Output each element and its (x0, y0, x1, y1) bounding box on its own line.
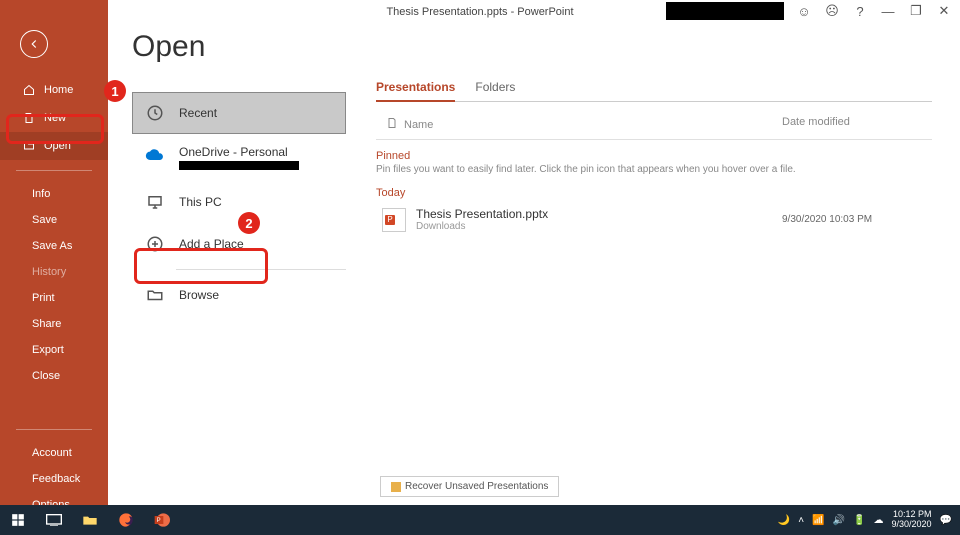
tab-presentations[interactable]: Presentations (376, 80, 455, 102)
locations-panel: Open Recent OneDrive - Personal This PC … (108, 0, 364, 505)
page-title: Open (132, 30, 346, 64)
firefox-button[interactable] (108, 505, 144, 535)
location-addplace[interactable]: Add a Place (132, 223, 346, 265)
folder-icon (145, 285, 165, 305)
tab-folders[interactable]: Folders (475, 80, 515, 101)
file-list-panel: Presentations Folders Name Date modified… (364, 0, 960, 505)
location-onedrive[interactable]: OneDrive - Personal (132, 134, 346, 181)
recover-unsaved-button[interactable]: Recover Unsaved Presentations (380, 476, 559, 497)
close-button[interactable]: ✕ (936, 3, 952, 19)
sidebar-item-export[interactable]: Export (0, 337, 108, 363)
sidebar-item-account[interactable]: Account (0, 440, 108, 466)
tray-chevron-icon[interactable]: ˄ (798, 515, 804, 526)
sidebar-item-info[interactable]: Info (0, 181, 108, 207)
backstage-sidebar: Home New Open Info Save Save As History … (0, 0, 108, 505)
new-icon (22, 111, 36, 125)
section-pinned: Pinned (376, 150, 932, 162)
file-explorer-button[interactable] (72, 505, 108, 535)
task-view-button[interactable] (36, 505, 72, 535)
file-name: Thesis Presentation.pptx (416, 207, 548, 221)
location-thispc[interactable]: This PC (132, 181, 346, 223)
tray-cloud-icon[interactable]: ☁ (874, 515, 884, 526)
location-label: Recent (179, 106, 217, 120)
sidebar-label-new: New (44, 112, 66, 124)
location-label: Add a Place (179, 237, 244, 251)
home-icon (22, 83, 36, 97)
tray-notifications-icon[interactable]: 💬 (940, 515, 952, 526)
sidebar-item-history[interactable]: History (0, 259, 108, 285)
location-label: This PC (179, 195, 222, 209)
section-today: Today (376, 187, 932, 199)
location-label: Browse (179, 288, 219, 302)
location-label: OneDrive - Personal (179, 145, 288, 159)
title-bar: Thesis Presentation.ppts - PowerPoint ☺ … (0, 0, 960, 24)
sidebar-divider (16, 170, 92, 171)
account-redacted (666, 2, 784, 20)
sidebar-label-open: Open (44, 140, 71, 152)
smiley-icon[interactable]: ☺ (796, 3, 812, 19)
file-location: Downloads (416, 221, 548, 232)
sad-icon[interactable]: ☹ (824, 3, 840, 19)
tray-battery-icon[interactable]: 🔋 (853, 515, 865, 526)
file-icon (386, 116, 398, 133)
sidebar-item-close[interactable]: Close (0, 363, 108, 389)
sidebar-item-share[interactable]: Share (0, 311, 108, 337)
sidebar-item-new[interactable]: New (0, 104, 108, 132)
tray-volume-icon[interactable]: 🔊 (833, 515, 845, 526)
powerpoint-button[interactable]: P (144, 505, 180, 535)
clock-icon (145, 103, 165, 123)
taskbar-clock[interactable]: 10:12 PM 9/30/2020 (892, 510, 932, 530)
powerpoint-file-icon (382, 208, 406, 232)
svg-text:P: P (157, 518, 161, 524)
windows-taskbar: P 🌙 ˄ 📶 🔊 🔋 ☁ 10:12 PM 9/30/2020 💬 (0, 505, 960, 535)
file-date: 9/30/2020 10:03 PM (782, 214, 932, 225)
sidebar-item-save[interactable]: Save (0, 207, 108, 233)
column-date[interactable]: Date modified (782, 116, 932, 133)
tray-network-icon[interactable]: 📶 (812, 515, 824, 526)
open-folder-icon (22, 139, 36, 153)
sidebar-item-open[interactable]: Open (0, 132, 108, 160)
system-tray: 🌙 ˄ 📶 🔊 🔋 ☁ 10:12 PM 9/30/2020 💬 (778, 510, 960, 530)
recover-icon (391, 482, 401, 492)
sidebar-item-feedback[interactable]: Feedback (0, 466, 108, 492)
list-header: Name Date modified (376, 114, 932, 140)
sidebar-item-home[interactable]: Home (0, 76, 108, 104)
pc-icon (145, 192, 165, 212)
cloud-icon (145, 145, 165, 165)
column-name[interactable]: Name (404, 119, 433, 131)
sidebar-item-saveas[interactable]: Save As (0, 233, 108, 259)
back-button[interactable] (20, 30, 48, 58)
sidebar-divider (16, 429, 92, 430)
sidebar-item-print[interactable]: Print (0, 285, 108, 311)
onedrive-account-redacted (179, 161, 299, 170)
location-recent[interactable]: Recent (132, 92, 346, 134)
tray-weather-icon[interactable]: 🌙 (778, 515, 790, 526)
add-place-icon (145, 234, 165, 254)
sidebar-label-home: Home (44, 84, 73, 96)
window-title: Thesis Presentation.ppts - PowerPoint (386, 6, 573, 18)
start-button[interactable] (0, 505, 36, 535)
help-icon[interactable]: ? (852, 3, 868, 19)
pinned-hint: Pin files you want to easily find later.… (376, 164, 932, 175)
minimize-button[interactable]: — (880, 3, 896, 19)
file-tabs: Presentations Folders (376, 80, 932, 102)
file-row[interactable]: Thesis Presentation.pptx Downloads 9/30/… (376, 201, 932, 238)
location-divider (176, 269, 346, 270)
location-browse[interactable]: Browse (132, 274, 346, 316)
maximize-button[interactable]: ❐ (908, 3, 924, 19)
